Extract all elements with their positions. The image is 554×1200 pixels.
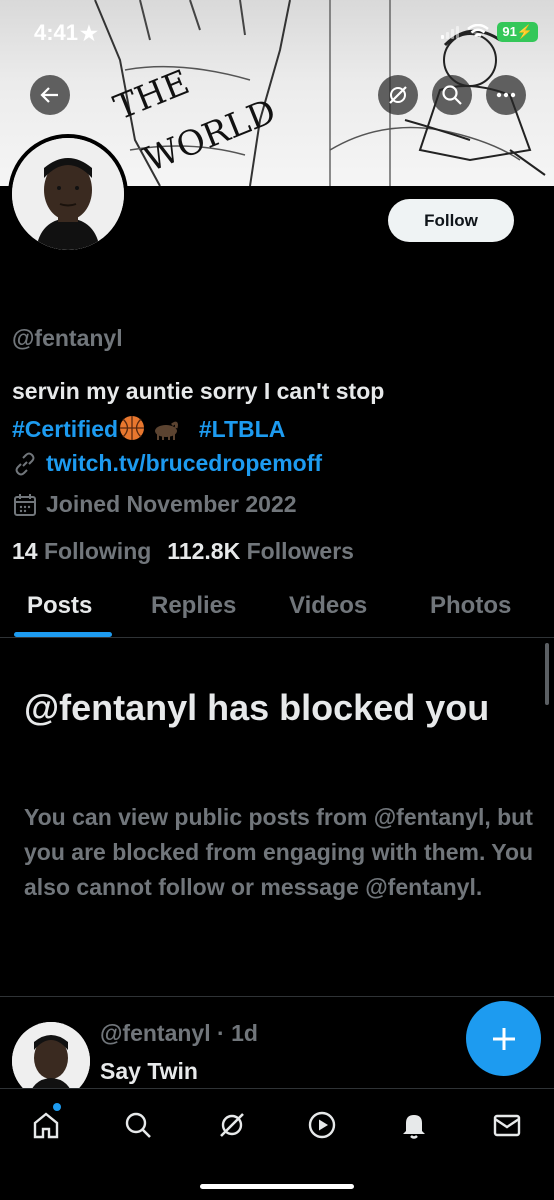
profile-bio: servin my auntie sorry I can't stop #Cer…: [12, 372, 542, 448]
more-dots-icon: [496, 92, 516, 98]
grok-icon: [220, 1113, 244, 1137]
profile-handle: @fentanyl: [12, 325, 123, 351]
nav-notifications[interactable]: [394, 1105, 434, 1145]
website-link[interactable]: twitch.tv/brucedropemoff: [46, 450, 322, 477]
tab-posts[interactable]: Posts: [27, 592, 92, 620]
hashtag-ltbla[interactable]: #LTBLA: [199, 416, 285, 442]
status-time: 4:41 ★: [34, 20, 98, 45]
post-text[interactable]: Say Twin: [100, 1058, 198, 1085]
more-options-button[interactable]: [486, 75, 526, 115]
nav-messages[interactable]: [487, 1105, 527, 1145]
star-icon: ★: [80, 23, 98, 45]
hashtag-certified[interactable]: #Certified: [12, 416, 118, 442]
tab-photos[interactable]: Photos: [430, 592, 511, 620]
plus-icon: [492, 1027, 515, 1050]
profile-avatar[interactable]: [8, 134, 128, 254]
website-row: twitch.tv/brucedropemoff: [12, 450, 322, 477]
charging-icon: ⚡: [516, 24, 533, 39]
arrow-left-icon: [40, 87, 58, 103]
joined-date: Joined November 2022: [46, 491, 297, 517]
bio-text: servin my auntie sorry I can't stop: [12, 378, 385, 404]
follow-button[interactable]: Follow: [388, 199, 514, 242]
signal-icon: [441, 25, 460, 39]
tab-replies[interactable]: Replies: [151, 592, 236, 620]
bell-icon: [403, 1115, 425, 1139]
avatar-portrait: [12, 138, 124, 250]
goat-icon: [155, 421, 179, 440]
nav-home[interactable]: [26, 1105, 66, 1145]
status-bar: 4:41 ★ 91⚡: [0, 0, 554, 64]
follow-counts: 14 Following 112.8K Followers: [12, 538, 354, 565]
active-tab-indicator: [14, 632, 112, 637]
grok-button[interactable]: [378, 75, 418, 115]
nav-video[interactable]: [302, 1105, 342, 1145]
link-icon: [15, 452, 35, 475]
home-icon: [33, 1112, 59, 1139]
notification-dot: [53, 1103, 61, 1111]
nav-search[interactable]: [118, 1105, 158, 1145]
play-circle-icon: [308, 1111, 336, 1139]
basketball-icon: [120, 416, 145, 440]
post-meta: @fentanyl · 1d: [100, 1020, 258, 1046]
followers-count: 112.8K: [167, 538, 241, 564]
post-time: 1d: [231, 1020, 258, 1046]
grok-icon: [389, 86, 407, 104]
tab-videos[interactable]: Videos: [289, 592, 367, 620]
section-divider: [0, 996, 554, 997]
profile-tabs: Posts Replies Videos Photos: [0, 582, 554, 638]
scrollbar[interactable]: [545, 643, 549, 705]
following-link[interactable]: 14 Following: [12, 538, 151, 565]
battery-indicator: 91⚡: [497, 22, 538, 42]
following-count: 14: [12, 538, 38, 564]
followers-label: Followers: [246, 538, 354, 564]
calendar-icon: [14, 493, 36, 516]
back-button[interactable]: [30, 75, 70, 115]
nav-grok[interactable]: [212, 1105, 252, 1145]
blocked-title: @fentanyl has blocked you: [24, 687, 490, 728]
search-icon: [125, 1112, 151, 1138]
followers-link[interactable]: 112.8K Followers: [167, 538, 354, 565]
compose-button[interactable]: [466, 1001, 541, 1076]
following-label: Following: [43, 538, 152, 564]
post-handle[interactable]: @fentanyl: [100, 1020, 211, 1046]
joined-row: Joined November 2022: [12, 491, 297, 518]
mail-icon: [493, 1114, 521, 1137]
home-indicator: [200, 1184, 354, 1189]
blocked-description: You can view public posts from @fentanyl…: [24, 804, 534, 900]
search-button[interactable]: [432, 75, 472, 115]
search-icon: [442, 85, 462, 105]
wifi-icon: [467, 24, 490, 38]
